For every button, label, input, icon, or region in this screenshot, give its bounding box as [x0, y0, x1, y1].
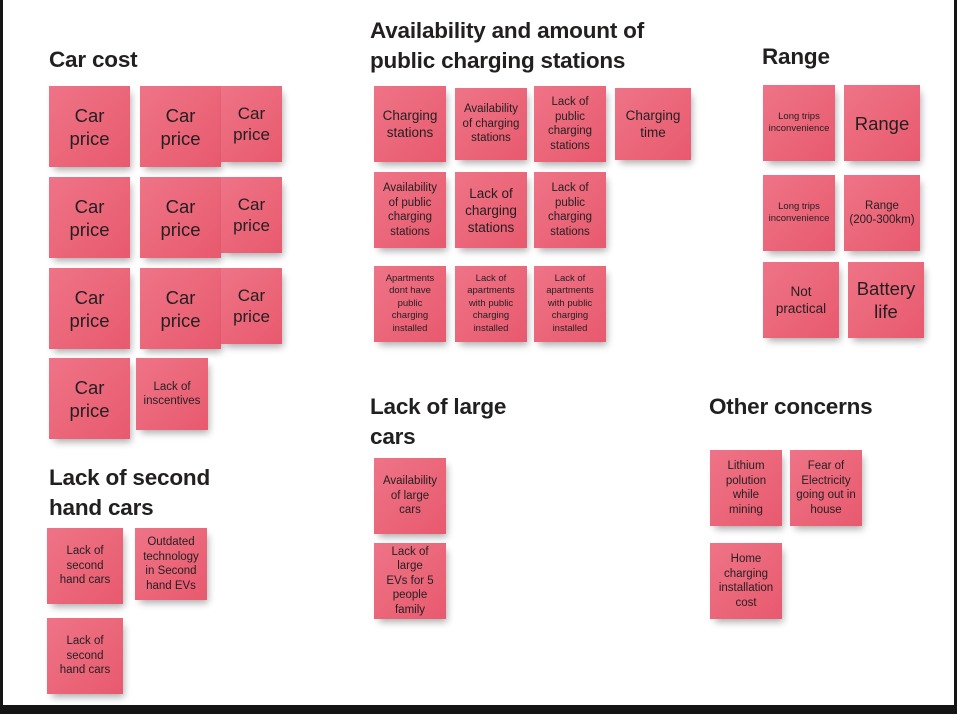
- sticky-note[interactable]: Car price: [49, 268, 130, 349]
- sticky-note-text: Lack of inscentives: [143, 380, 201, 408]
- sticky-note-text: Fear of Electricity going out in house: [796, 460, 856, 516]
- sticky-note[interactable]: Car price: [221, 268, 282, 344]
- sticky-note-text: Lack of second hand cars: [59, 635, 111, 677]
- sticky-note[interactable]: Car price: [49, 86, 130, 167]
- sticky-note[interactable]: Lack of public charging stations: [534, 172, 606, 248]
- sticky-note[interactable]: Lack of public charging stations: [534, 86, 606, 162]
- sticky-note-text: Not practical: [775, 284, 827, 316]
- sticky-note[interactable]: Battery life: [848, 262, 924, 338]
- sticky-note-text: Availability of public charging stations: [382, 182, 438, 238]
- group-title-lack-of-large-cars: Lack of large cars: [370, 394, 507, 449]
- sticky-note[interactable]: Lack of apartments with public charging …: [534, 266, 606, 342]
- sticky-note-text: Lack of large EVs for 5 people family: [386, 545, 434, 616]
- sticky-note-text: Range: [854, 112, 910, 134]
- sticky-note-text: Car price: [233, 195, 270, 235]
- group-title-lack-of-second-hand-cars: Lack of second hand cars: [49, 465, 210, 520]
- sticky-note[interactable]: Not practical: [763, 262, 839, 338]
- sticky-note-text: Car price: [69, 376, 110, 421]
- sticky-note-text: Car price: [160, 195, 201, 240]
- sticky-note-text: Lack of second hand cars: [59, 545, 111, 587]
- sticky-note[interactable]: Lack of apartments with public charging …: [455, 266, 527, 342]
- sticky-note[interactable]: Range: [844, 85, 920, 161]
- sticky-note[interactable]: Lack of second hand cars: [47, 618, 123, 694]
- sticky-note-text: Range (200-300km): [849, 199, 915, 227]
- sticky-note-text: Car price: [160, 104, 201, 149]
- sticky-note[interactable]: Apartments dont have public charging ins…: [374, 266, 446, 342]
- sticky-note-text: Home charging installation cost: [718, 553, 774, 609]
- sticky-note-text: Car price: [233, 104, 270, 144]
- sticky-note[interactable]: Charging stations: [374, 86, 446, 162]
- sticky-note-text: Charging stations: [382, 108, 438, 140]
- sticky-note-text: Car price: [233, 286, 270, 326]
- sticky-note-text: Availability of large cars: [382, 475, 438, 517]
- sticky-note[interactable]: Range (200-300km): [844, 175, 920, 251]
- sticky-note[interactable]: Car price: [140, 268, 221, 349]
- sticky-note-text: Apartments dont have public charging ins…: [385, 272, 435, 334]
- sticky-note[interactable]: Car price: [221, 86, 282, 162]
- sticky-note[interactable]: Availability of large cars: [374, 458, 446, 534]
- group-title-public-charging-stations: Availability and amount of public chargi…: [370, 18, 644, 73]
- sticky-note[interactable]: Car price: [49, 177, 130, 258]
- group-title-car-cost: Car cost: [49, 47, 138, 72]
- group-title-other-concerns: Other concerns: [709, 394, 873, 419]
- sticky-note[interactable]: Lack of second hand cars: [47, 528, 123, 604]
- sticky-note-text: Car price: [160, 286, 201, 331]
- sticky-note-text: Lack of charging stations: [465, 185, 517, 235]
- sticky-note[interactable]: Fear of Electricity going out in house: [790, 450, 862, 526]
- sticky-note[interactable]: Lack of charging stations: [455, 172, 527, 248]
- sticky-note-text: Availability of charging stations: [462, 103, 520, 145]
- sticky-note[interactable]: Car price: [221, 177, 282, 253]
- sticky-note-text: Lack of public charging stations: [547, 182, 593, 238]
- sticky-note-text: Outdated technology in Second hand EVs: [143, 536, 199, 592]
- sticky-note-text: Car price: [69, 286, 110, 331]
- sticky-note[interactable]: Outdated technology in Second hand EVs: [135, 528, 207, 600]
- sticky-note-text: Long trips inconvenience: [768, 110, 830, 135]
- sticky-note[interactable]: Availability of charging stations: [455, 88, 527, 160]
- sticky-note[interactable]: Long trips inconvenience: [763, 175, 835, 251]
- sticky-note-text: Car price: [69, 195, 110, 240]
- sticky-note-text: Long trips inconvenience: [768, 200, 830, 225]
- sticky-note-text: Lack of apartments with public charging …: [467, 272, 515, 334]
- sticky-note-text: Lack of public charging stations: [547, 96, 593, 152]
- sticky-note[interactable]: Home charging installation cost: [710, 543, 782, 619]
- sticky-note-text: Car price: [69, 104, 110, 149]
- sticky-note[interactable]: Lithium polution while mining: [710, 450, 782, 526]
- sticky-note-text: Lack of apartments with public charging …: [546, 272, 594, 334]
- sticky-note[interactable]: Car price: [140, 86, 221, 167]
- board-canvas[interactable]: Car cost Car price Car price Car price Car p…: [3, 0, 954, 705]
- sticky-note-text: Lithium polution while mining: [725, 460, 767, 516]
- sticky-note[interactable]: Long trips inconvenience: [763, 85, 835, 161]
- sticky-note[interactable]: Car price: [140, 177, 221, 258]
- sticky-note-text: Battery life: [856, 278, 916, 322]
- sticky-note[interactable]: Charging time: [615, 88, 691, 160]
- sticky-note-text: Charging time: [625, 108, 681, 140]
- sticky-note[interactable]: Availability of public charging stations: [374, 172, 446, 248]
- sticky-note-board: Car cost Car price Car price Car price Car p…: [0, 0, 957, 714]
- sticky-note[interactable]: Car price: [49, 358, 130, 439]
- sticky-note[interactable]: Lack of inscentives: [136, 358, 208, 430]
- group-title-range: Range: [762, 44, 830, 69]
- sticky-note[interactable]: Lack of large EVs for 5 people family: [374, 543, 446, 619]
